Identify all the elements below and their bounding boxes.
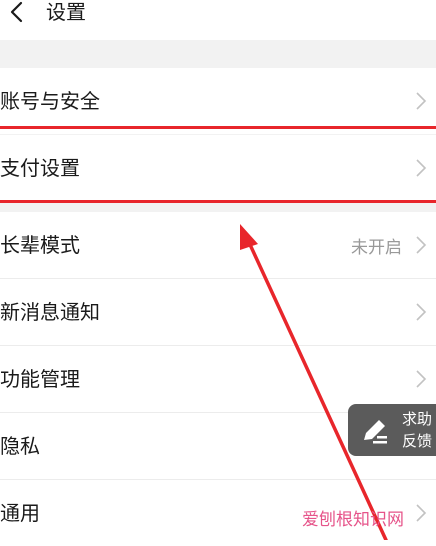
help-feedback-button[interactable]: 求助 反馈 <box>348 404 436 456</box>
pencil-icon <box>364 420 387 444</box>
feedback-label-line2: 反馈 <box>402 432 433 450</box>
watermark: 爱刨根知识网 <box>302 510 404 530</box>
annotation-arrow <box>240 224 388 540</box>
feedback-label-line1: 求助 <box>402 410 433 428</box>
